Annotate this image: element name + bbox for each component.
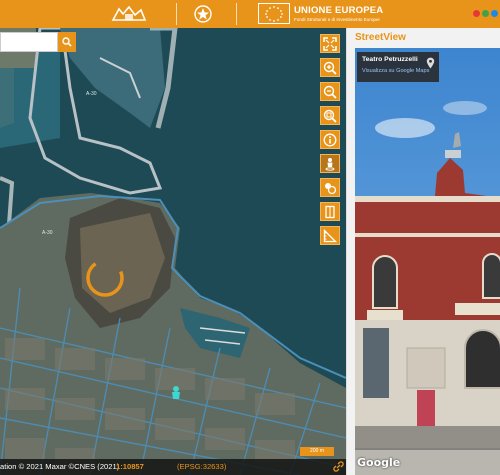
map-attribution: ation © 2021 Maxar ©CNES (2021) bbox=[0, 462, 120, 471]
zoom-out-icon bbox=[323, 85, 337, 99]
scale-bar: 200 m bbox=[300, 447, 334, 456]
header-divider bbox=[176, 3, 177, 25]
print-icon bbox=[325, 205, 335, 218]
search-input[interactable] bbox=[0, 32, 58, 52]
eu-title: UNIONE EUROPEA bbox=[294, 5, 384, 16]
coordinates-readout: (EPSG:32633) bbox=[177, 462, 227, 471]
streetview-pegman-icon bbox=[325, 157, 335, 171]
map-status-bar: ation © 2021 Maxar ©CNES (2021) 1:10857 … bbox=[0, 459, 346, 475]
bari-metro-logo[interactable] bbox=[106, 0, 152, 28]
zoom-in-button[interactable] bbox=[320, 58, 340, 77]
satellite-imagery[interactable]: A-30 A-30 bbox=[0, 28, 346, 475]
place-info-card: Teatro Petruzzelli Visualizza su Google … bbox=[357, 52, 439, 82]
header-bar: UNIONE EUROPEA Fondi Strutturali e di In… bbox=[0, 0, 500, 28]
open-in-google-maps-link[interactable]: Visualizza su Google Maps bbox=[362, 68, 434, 74]
svg-text:A-30: A-30 bbox=[86, 91, 97, 97]
streetview-button[interactable] bbox=[320, 154, 340, 173]
zoom-out-button[interactable] bbox=[320, 82, 340, 101]
link-icon[interactable] bbox=[333, 461, 344, 472]
fullscreen-button[interactable] bbox=[320, 34, 340, 53]
layers-button[interactable] bbox=[320, 178, 340, 197]
scale-readout: 1:10857 bbox=[116, 462, 144, 471]
fullscreen-icon bbox=[323, 36, 337, 51]
place-name: Teatro Petruzzelli bbox=[362, 56, 418, 63]
streetview-image[interactable]: Teatro Petruzzelli Visualizza su Google … bbox=[355, 48, 500, 475]
print-button[interactable] bbox=[320, 202, 340, 221]
measure-button[interactable] bbox=[320, 226, 340, 245]
layers-icon bbox=[325, 182, 337, 194]
zoom-extent-button[interactable] bbox=[320, 106, 340, 125]
search-button[interactable] bbox=[58, 32, 76, 52]
map-pin-icon[interactable] bbox=[426, 57, 435, 69]
streetview-photo bbox=[355, 48, 500, 475]
status-indicators bbox=[473, 10, 498, 17]
app-root: UNIONE EUROPEA Fondi Strutturali e di In… bbox=[0, 0, 500, 475]
zoom-in-icon bbox=[323, 61, 337, 75]
map-view[interactable]: A-30 A-30 200 m bbox=[0, 28, 346, 475]
italy-emblem-icon bbox=[193, 3, 213, 25]
svg-text:A-30: A-30 bbox=[42, 230, 53, 236]
info-button[interactable] bbox=[320, 130, 340, 149]
status-dot-red bbox=[473, 10, 480, 17]
map-toolbar bbox=[320, 34, 340, 245]
header-divider bbox=[236, 3, 237, 25]
eu-subtitle: Fondi Strutturali e di Investimento Euro… bbox=[294, 17, 380, 22]
info-icon bbox=[323, 133, 337, 146]
streetview-title: StreetView bbox=[355, 32, 406, 43]
google-logo: Google bbox=[357, 456, 401, 469]
eu-flag-icon bbox=[258, 3, 290, 24]
zoom-extent-icon bbox=[323, 109, 337, 123]
search-icon bbox=[62, 37, 72, 47]
measure-icon bbox=[323, 228, 337, 242]
streetview-panel: StreetView Teatro Petruzzelli Visualizza… bbox=[346, 28, 500, 475]
status-dot-green bbox=[482, 10, 489, 17]
status-dot-blue bbox=[491, 10, 498, 17]
